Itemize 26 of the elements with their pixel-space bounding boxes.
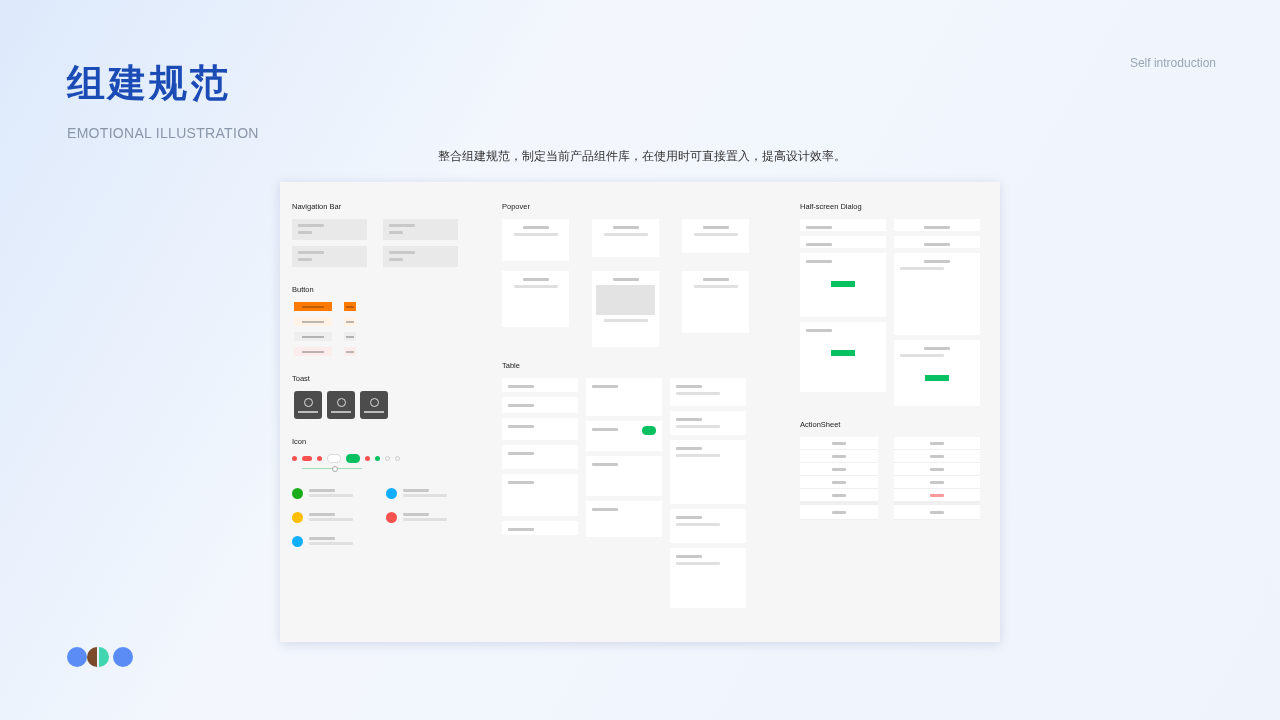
description: 整合组建规范，制定当前产品组件库，在使用时可直接置入，提高设计效率。 — [436, 149, 847, 164]
message-mockup — [386, 511, 449, 523]
message-mockup — [292, 511, 355, 523]
toast-mockup — [360, 391, 388, 419]
popover-mockup — [502, 271, 569, 327]
toast-mockup — [327, 391, 355, 419]
button-mockup — [344, 302, 356, 311]
button-mockup — [344, 332, 356, 341]
page-title: 组建规范 — [67, 60, 232, 107]
page-subtitle: EMOTIONAL ILLUSTRATION — [67, 125, 259, 141]
button-mockup — [294, 317, 332, 326]
corner-label: Self introduction — [1129, 56, 1216, 70]
button-mockup — [344, 317, 356, 326]
popover-mockup — [502, 219, 569, 261]
button-mockup — [344, 347, 356, 356]
button-mockup — [294, 347, 332, 356]
message-mockup — [292, 535, 355, 547]
button-mockup — [294, 332, 332, 341]
button-mockup — [294, 302, 332, 311]
popover-mockup — [682, 271, 749, 333]
popover-mockup — [592, 219, 659, 257]
popover-mockup — [682, 219, 749, 253]
toast-mockup — [294, 391, 322, 419]
message-mockup — [386, 487, 449, 499]
message-mockup — [292, 487, 355, 499]
logo-icon — [67, 647, 133, 667]
